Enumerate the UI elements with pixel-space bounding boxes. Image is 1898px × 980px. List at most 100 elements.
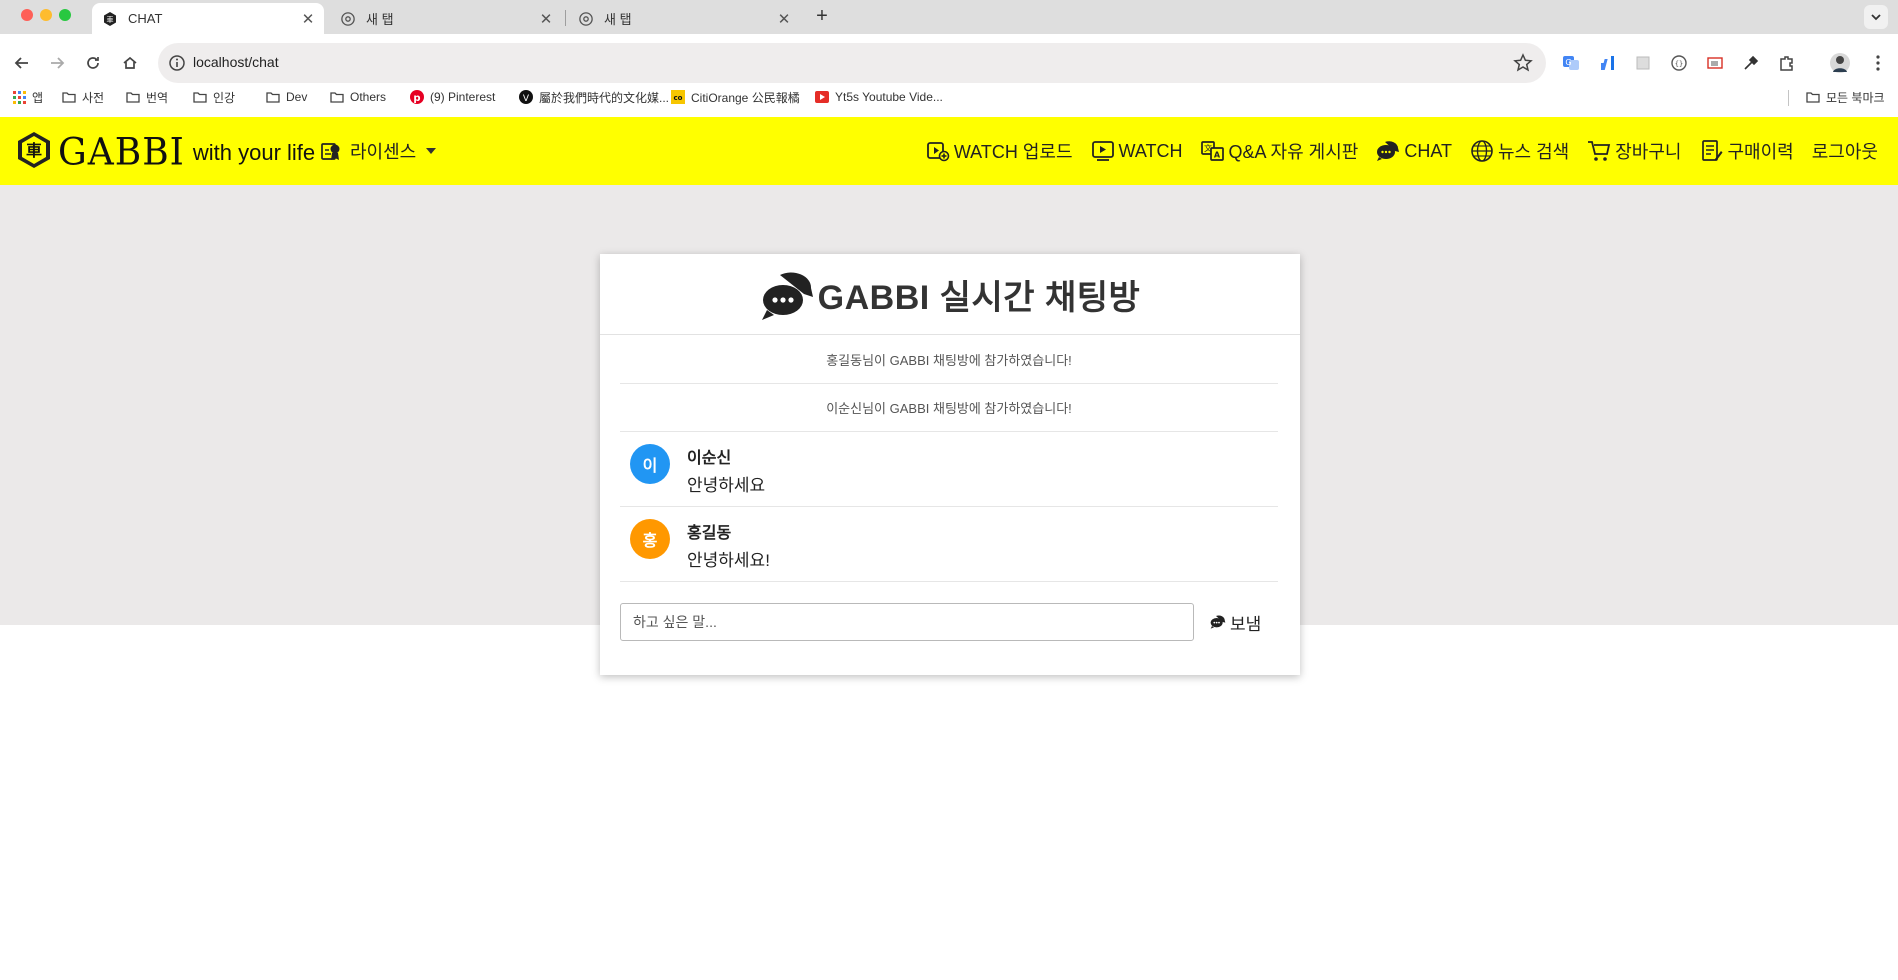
browser-menu-icon[interactable] — [1864, 49, 1892, 77]
nav-purchase-history[interactable]: 구매이력 — [1700, 138, 1794, 164]
svg-text:車: 車 — [107, 15, 114, 24]
svg-text:車: 車 — [26, 141, 42, 160]
close-tab-icon[interactable]: ✕ — [298, 10, 318, 28]
tab-title: 새 탭 — [366, 12, 394, 27]
message-input[interactable] — [620, 603, 1194, 641]
nav-cart[interactable]: 장바구니 — [1587, 138, 1682, 164]
chat-room-header: GABBI 실시간 채팅방 — [600, 254, 1300, 335]
bookmark-pinterest[interactable]: p (9) Pinterest — [410, 88, 495, 106]
close-window-button[interactable] — [21, 9, 33, 21]
nav-chat[interactable]: CHAT — [1376, 139, 1452, 163]
message-text: 안녕하세요 — [687, 476, 766, 495]
tab-separator — [565, 10, 566, 26]
tab-title: CHAT — [128, 11, 163, 26]
url-text: localhost/chat — [193, 54, 279, 70]
chevron-down-icon — [426, 148, 437, 154]
folder-icon — [330, 90, 344, 104]
bookmark-folder-others[interactable]: Others — [330, 88, 386, 106]
receipt-icon — [1700, 139, 1724, 163]
send-button[interactable]: 보냄 — [1210, 607, 1261, 637]
license-label: 라이센스 — [350, 142, 417, 162]
close-tab-icon[interactable]: ✕ — [536, 10, 556, 28]
bookmark-culture-media[interactable]: V 屬於我們時代的文化媒... — [519, 88, 669, 106]
bookmarks-bar: 앱 사전 번역 인강 Dev Others p (9) Pinterest V … — [0, 84, 1898, 110]
bookmark-label: 번역 — [146, 90, 169, 105]
bookmark-citiorange[interactable]: co CitiOrange 公民報橘 — [671, 88, 800, 106]
bookmark-apps[interactable]: 앱 — [12, 88, 43, 106]
maximize-window-button[interactable] — [59, 9, 71, 21]
home-icon[interactable] — [116, 49, 144, 77]
svg-text:A: A — [1213, 151, 1220, 160]
bookmark-label: Yt5s Youtube Vide... — [835, 90, 943, 104]
google-translate-icon[interactable]: G — [1557, 49, 1585, 77]
nav-label: WATCH 업로드 — [953, 142, 1073, 162]
bookmarks-divider — [1788, 90, 1789, 106]
message-text: 안녕하세요! — [687, 551, 770, 570]
pinterest-icon: p — [410, 90, 424, 104]
nav-watch-upload[interactable]: WATCH 업로드 — [926, 138, 1073, 164]
bookmark-folder-translate[interactable]: 번역 — [126, 88, 168, 106]
bookmark-folder-dev[interactable]: Dev — [266, 88, 307, 106]
screenshot-extension-icon[interactable] — [1701, 49, 1729, 77]
app-header: 車 GABBI with your life 라이센스 WATCH 업로드 WA… — [0, 117, 1898, 185]
extensions-puzzle-icon[interactable] — [1773, 49, 1801, 77]
video-upload-icon — [926, 139, 950, 163]
profile-avatar-icon[interactable] — [1826, 49, 1854, 77]
folder-icon — [62, 90, 76, 104]
license-badge-icon — [320, 139, 344, 163]
youtube-icon — [815, 90, 829, 104]
new-tab-button[interactable]: + — [810, 4, 834, 28]
back-arrow-icon[interactable] — [8, 49, 36, 77]
brand-tagline: with your life — [192, 140, 316, 165]
browser-tab-new-1[interactable]: 새 탭 ✕ — [330, 3, 562, 34]
nav-watch[interactable]: WATCH — [1091, 139, 1183, 163]
chat-bubbles-icon — [1376, 139, 1400, 163]
analytics-extension-icon[interactable] — [1593, 49, 1621, 77]
bookmark-folder-lectures[interactable]: 인강 — [193, 88, 235, 106]
reload-icon[interactable] — [79, 49, 107, 77]
bookmark-folder-dictionary[interactable]: 사전 — [62, 88, 104, 106]
all-bookmarks-folder[interactable]: 모든 북마크 — [1806, 88, 1885, 106]
nav-qna-board[interactable]: 文A Q&A 자유 게시판 — [1200, 138, 1359, 164]
chrome-icon — [578, 11, 594, 27]
svg-text:p: p — [413, 93, 420, 104]
tab-search-chevron-icon[interactable] — [1864, 5, 1888, 29]
minimize-window-button[interactable] — [40, 9, 52, 21]
translate-board-icon: 文A — [1200, 139, 1225, 163]
nav-news-search[interactable]: 뉴스 검색 — [1470, 138, 1569, 164]
bookmark-label: CitiOrange 公民報橘 — [691, 90, 800, 105]
forward-arrow-icon[interactable] — [43, 49, 71, 77]
folder-icon — [193, 90, 207, 104]
browser-tab-new-2[interactable]: 새 탭 ✕ — [568, 3, 800, 34]
address-bar[interactable]: localhost/chat — [158, 43, 1546, 83]
main-nav: WATCH 업로드 WATCH 文A Q&A 자유 게시판 CHAT 뉴스 검색 — [908, 137, 1878, 165]
folder-icon — [1806, 90, 1820, 104]
code-extension-icon[interactable]: {} — [1665, 49, 1693, 77]
close-tab-icon[interactable]: ✕ — [774, 10, 794, 28]
apps-grid-icon — [12, 90, 26, 104]
chrome-icon — [340, 11, 356, 27]
chat-bubbles-icon — [760, 271, 814, 323]
browser-toolbar: localhost/chat G {} 앱 사전 번역 인강 Dev Other… — [0, 34, 1898, 117]
nav-label: 뉴스 검색 — [1498, 142, 1570, 162]
svg-text:{}: {} — [1675, 60, 1683, 68]
eyedropper-icon[interactable] — [1737, 49, 1765, 77]
nav-logout[interactable]: 로그아웃 — [1812, 138, 1878, 164]
chat-message: 이 이순신 안녕하세요 — [620, 432, 1278, 507]
bookmark-yt5s[interactable]: Yt5s Youtube Vide... — [815, 88, 943, 106]
brand-home-link[interactable]: 車 GABBI with your life — [14, 130, 316, 174]
license-dropdown[interactable]: 라이센스 — [320, 138, 437, 164]
nav-label: Q&A 자유 게시판 — [1228, 142, 1359, 162]
site-info-icon[interactable] — [168, 54, 186, 72]
folder-icon — [126, 90, 140, 104]
chat-room-card: GABBI 실시간 채팅방 홍길동님이 GABBI 채팅방에 참가하였습니다! … — [600, 254, 1300, 675]
nav-label: WATCH — [1118, 140, 1183, 161]
nav-label: 로그아웃 — [1811, 142, 1878, 162]
bookmark-star-icon[interactable] — [1512, 52, 1534, 74]
extension-placeholder-icon[interactable] — [1629, 49, 1657, 77]
bookmark-label: 屬於我們時代的文化媒... — [539, 90, 670, 105]
chat-room-title: GABBI 실시간 채팅방 — [817, 278, 1141, 317]
svg-text:G: G — [1565, 58, 1571, 67]
browser-tab-chat[interactable]: 車 CHAT ✕ — [92, 3, 324, 34]
message-author: 이순신 — [687, 450, 732, 467]
